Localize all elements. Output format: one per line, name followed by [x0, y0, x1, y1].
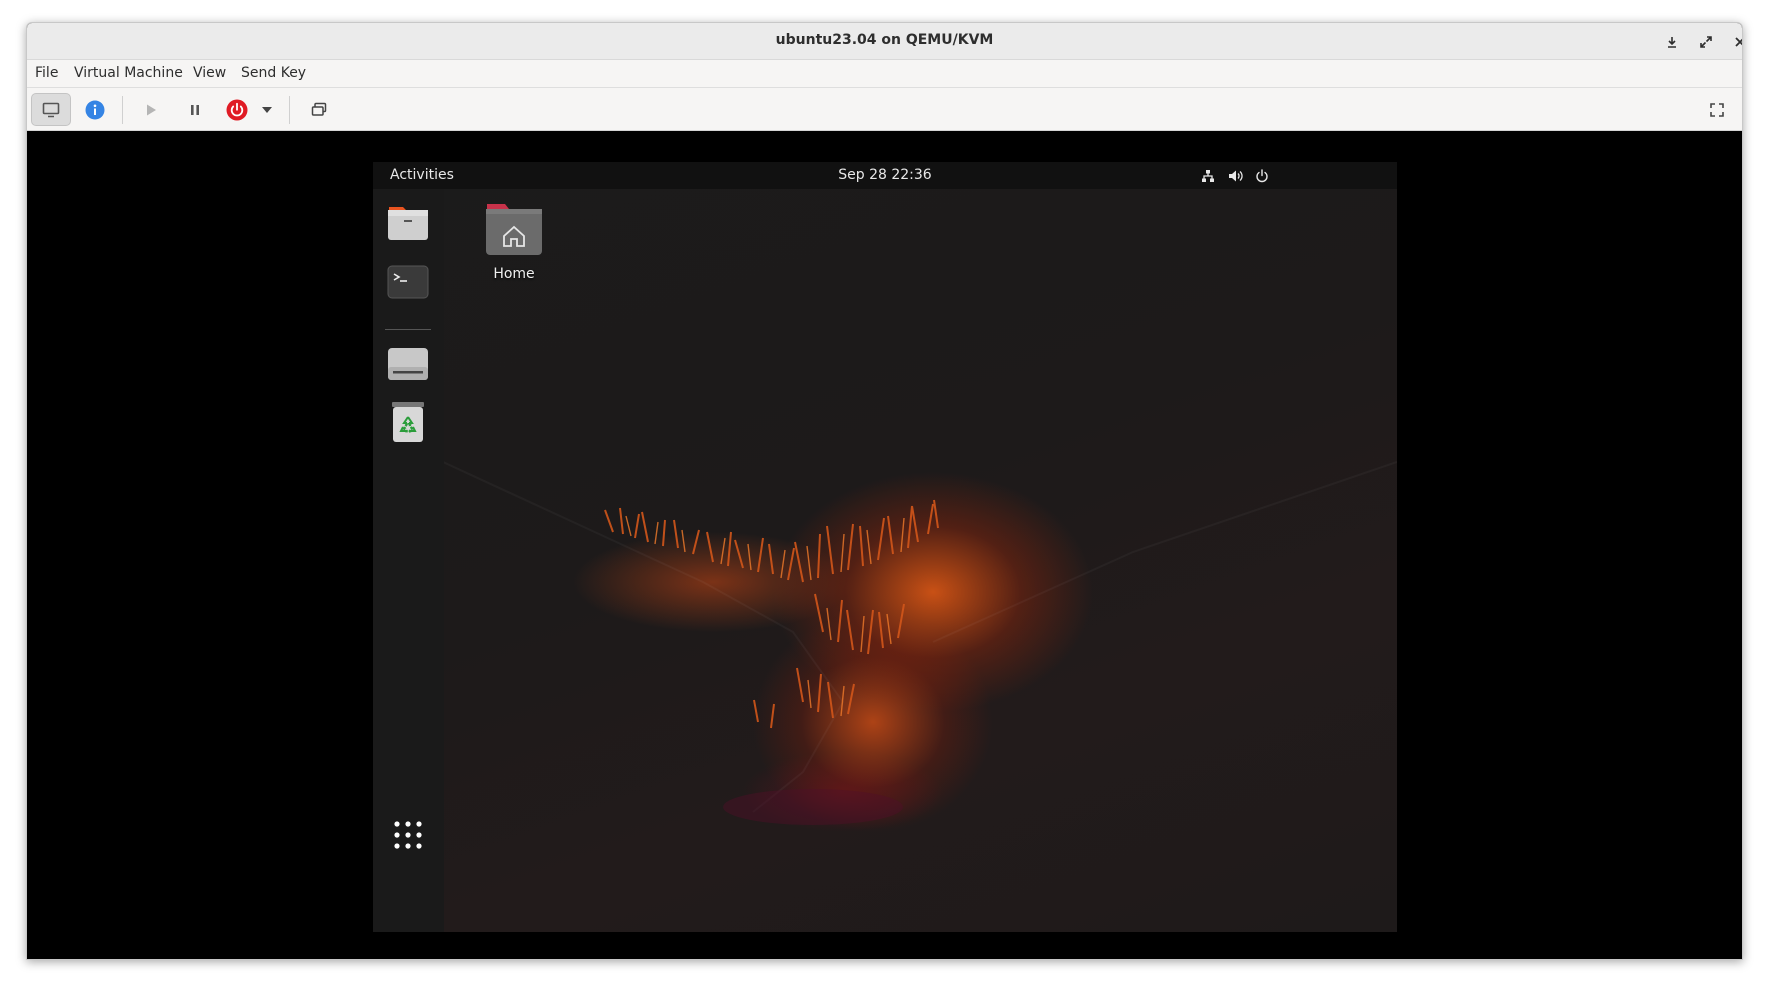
menu-bar: File Virtual Machine View Send Key — [27, 60, 1742, 88]
info-icon — [85, 100, 105, 119]
terminal-icon[interactable] — [385, 259, 431, 305]
guest-desktop[interactable]: Activities Sep 28 22:36 ♻ Home — [373, 162, 1397, 932]
dropdown-icon — [262, 106, 272, 113]
gnome-top-bar: Activities Sep 28 22:36 — [373, 162, 1397, 189]
details-button[interactable] — [75, 93, 115, 126]
menu-view[interactable]: View — [193, 65, 226, 81]
title-bar[interactable]: ubuntu23.04 on QEMU/KVM — [27, 23, 1742, 60]
maximize-icon[interactable] — [1695, 31, 1717, 53]
svg-text:♻: ♻ — [402, 421, 415, 437]
console-icon — [42, 102, 60, 117]
dock: ♻ — [373, 189, 444, 932]
snapshot-icon — [311, 102, 327, 116]
minimize-icon[interactable] — [1661, 31, 1683, 53]
menu-file[interactable]: File — [35, 65, 58, 81]
menu-send-key[interactable]: Send Key — [241, 65, 306, 81]
toolbar-separator — [289, 96, 290, 124]
drive-icon[interactable] — [385, 341, 431, 387]
home-label: Home — [493, 266, 535, 282]
files-icon[interactable] — [385, 199, 431, 245]
close-icon[interactable] — [1729, 31, 1742, 53]
fullscreen-icon — [1710, 102, 1724, 117]
system-power-icon[interactable] — [1253, 167, 1271, 185]
vm-viewer-window: ubuntu23.04 on QEMU/KVM File Virtual Mac… — [26, 22, 1743, 960]
home-folder-icon — [486, 204, 542, 255]
menu-virtual-machine[interactable]: Virtual Machine — [74, 65, 183, 81]
volume-icon[interactable] — [1226, 167, 1244, 185]
vm-display[interactable]: Activities Sep 28 22:36 ♻ Home — [27, 131, 1742, 959]
network-icon[interactable] — [1199, 167, 1217, 185]
shutdown-menu-button[interactable] — [253, 93, 281, 126]
toolbar-separator — [122, 96, 123, 124]
dock-separator — [385, 329, 431, 330]
toolbar — [27, 88, 1742, 131]
power-icon — [226, 99, 248, 120]
window-title: ubuntu23.04 on QEMU/KVM — [775, 32, 994, 48]
app-grid-icon[interactable] — [385, 812, 431, 858]
trash-icon[interactable]: ♻ — [385, 399, 431, 445]
run-button[interactable] — [131, 93, 171, 126]
snapshots-button[interactable] — [299, 93, 339, 126]
pause-button[interactable] — [175, 93, 215, 126]
desktop-home-folder[interactable]: Home — [478, 202, 550, 282]
fullscreen-button[interactable] — [1697, 93, 1737, 126]
console-button[interactable] — [31, 93, 71, 126]
play-icon — [147, 104, 156, 115]
shutdown-button[interactable] — [217, 93, 257, 126]
pause-icon — [191, 104, 199, 115]
